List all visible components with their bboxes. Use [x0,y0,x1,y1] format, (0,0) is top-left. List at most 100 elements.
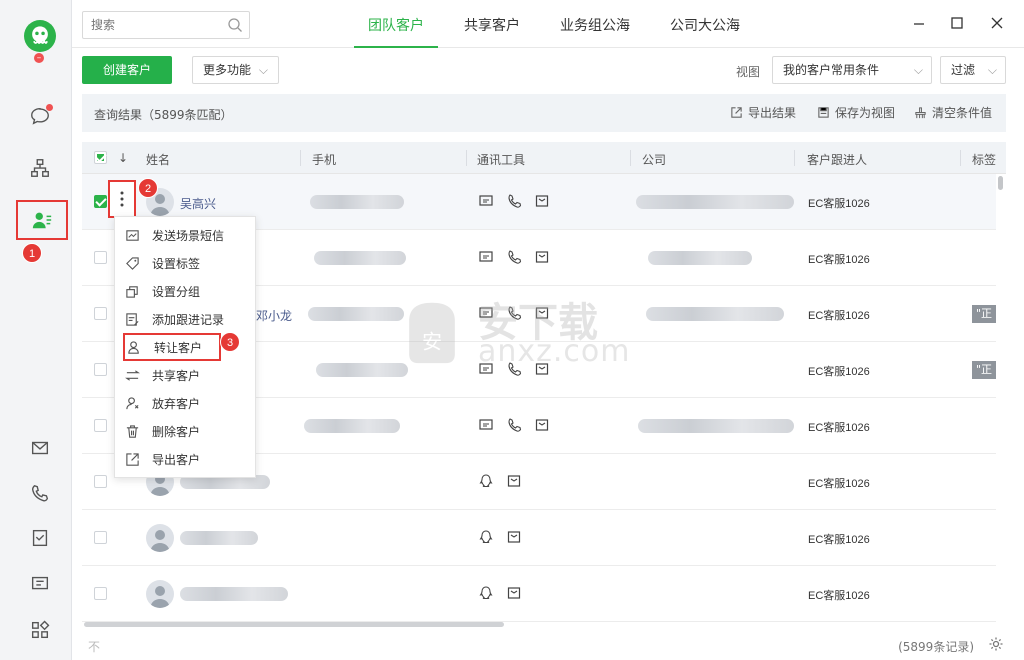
result-summary: 查询结果（5899条匹配） [94,108,233,122]
email-icon[interactable] [506,473,522,489]
qq-icon[interactable] [478,585,494,601]
row-checkbox[interactable] [94,531,107,544]
create-customer-button[interactable]: 创建客户 [82,56,172,84]
phone-icon[interactable] [506,417,522,433]
phone-icon[interactable] [506,361,522,377]
menu-item-abandon-customer[interactable]: 放弃客户 [115,389,255,417]
maximize-icon[interactable] [948,14,966,32]
sidebar-item-tasks[interactable] [20,520,60,556]
qq-icon[interactable] [478,473,494,489]
row-checkbox[interactable] [94,587,107,600]
row-checkbox[interactable] [94,475,107,488]
phone-blurred [304,419,400,433]
sidebar-item-mail[interactable] [20,430,60,466]
settings-gear-icon[interactable] [988,636,1004,652]
select-all-checkbox[interactable] [94,151,107,164]
sms-icon[interactable] [478,417,494,433]
sidebar-item-messages[interactable] [20,98,60,134]
column-header-tags[interactable]: 标签 [972,151,996,168]
customer-name[interactable]: 邓小龙 [256,307,292,324]
menu-item-transfer-customer[interactable]: 转让客户 [123,333,221,361]
row-checkbox[interactable] [94,307,107,320]
company-blurred [646,307,784,321]
follower-name: EC客服1026 [808,366,870,378]
menu-item-label: 删除客户 [152,424,201,439]
email-icon[interactable] [534,249,550,265]
column-header-phone[interactable]: 手机 [312,151,336,168]
sort-arrow-icon[interactable]: ↓ [118,151,128,165]
partial-check-mark [97,154,104,161]
tab-team-customers[interactable]: 团队客户 [354,0,438,48]
export-results-button[interactable]: 导出结果 [730,104,796,121]
menu-item-send-sms[interactable]: 发送场景短信 [115,221,255,249]
customer-tag[interactable]: "正 [972,361,997,379]
horizontal-scrollbar[interactable] [84,622,504,627]
phone-icon[interactable] [506,305,522,321]
phone-icon[interactable] [506,249,522,265]
sidebar-item-customers[interactable] [16,200,68,240]
sidebar-item-apps[interactable] [20,612,60,648]
row-checkbox[interactable] [94,195,107,208]
tab-group-pool[interactable]: 业务组公海 [546,0,644,48]
phone-icon [31,484,49,502]
menu-item-add-record[interactable]: 添加跟进记录 [115,305,255,333]
sms-icon[interactable] [478,305,494,321]
sms-icon[interactable] [478,249,494,265]
menu-item-set-tag[interactable]: 设置标签 [115,249,255,277]
checklist-icon [32,529,48,547]
menu-item-set-group[interactable]: 设置分组 [115,277,255,305]
save-as-view-label: 保存为视图 [835,106,896,120]
phone-blurred [308,307,404,321]
tab-shared-customers[interactable]: 共享客户 [450,0,534,48]
email-icon[interactable] [506,529,522,545]
customer-tag[interactable]: "正 [972,305,997,323]
row-more-button[interactable] [108,180,136,218]
column-header-comm-tools[interactable]: 通讯工具 [477,151,525,168]
filter-dropdown[interactable]: 过滤 ⌵ [940,56,1006,84]
search-input[interactable] [83,12,223,38]
app-logo[interactable] [24,20,56,52]
vertical-scrollbar[interactable] [998,176,1003,190]
email-icon[interactable] [534,305,550,321]
email-icon[interactable] [534,193,550,209]
phone-icon[interactable] [506,193,522,209]
status-dot: – [34,53,44,63]
view-select[interactable]: 我的客户常用条件 ⌵ [772,56,932,84]
close-icon[interactable] [988,14,1006,32]
trash-icon [126,424,139,438]
minimize-icon[interactable] [910,14,928,32]
email-icon[interactable] [534,361,550,377]
follower-name: EC客服1026 [808,310,870,322]
email-icon[interactable] [534,417,550,433]
customers-icon [32,212,52,229]
clear-conditions-button[interactable]: 清空条件值 [914,104,992,121]
sidebar-item-org[interactable] [20,150,60,186]
menu-item-share-customer[interactable]: 共享客户 [115,361,255,389]
sms-icon[interactable] [478,361,494,377]
search-icon[interactable] [227,17,243,33]
table-row[interactable]: EC客服1026 [82,510,996,566]
menu-item-export-customer[interactable]: 导出客户 [115,445,255,473]
search-box[interactable] [82,11,250,39]
row-checkbox[interactable] [94,251,107,264]
row-checkbox[interactable] [94,363,107,376]
table-row[interactable]: EC客服1026 [82,566,996,622]
sidebar-item-phone[interactable] [20,476,60,512]
menu-item-delete-customer[interactable]: 删除客户 [115,417,255,445]
sidebar-item-notes[interactable] [20,566,60,602]
tab-company-pool[interactable]: 公司大公海 [656,0,754,48]
qq-icon[interactable] [478,529,494,545]
follower-name: EC客服1026 [808,534,870,546]
sms-icon[interactable] [478,193,494,209]
column-header-name[interactable]: 姓名 [146,151,170,168]
more-functions-dropdown[interactable]: 更多功能 ⌵ [192,56,279,84]
column-header-company[interactable]: 公司 [642,151,666,168]
follower-name: EC客服1026 [808,422,870,434]
column-header-follower[interactable]: 客户跟进人 [807,151,867,168]
save-as-view-button[interactable]: 保存为视图 [817,104,895,121]
view-label: 视图 [736,65,761,79]
row-checkbox[interactable] [94,419,107,432]
column-divider [960,150,961,166]
email-icon[interactable] [506,585,522,601]
customer-name[interactable]: 吴高兴 [180,195,216,212]
